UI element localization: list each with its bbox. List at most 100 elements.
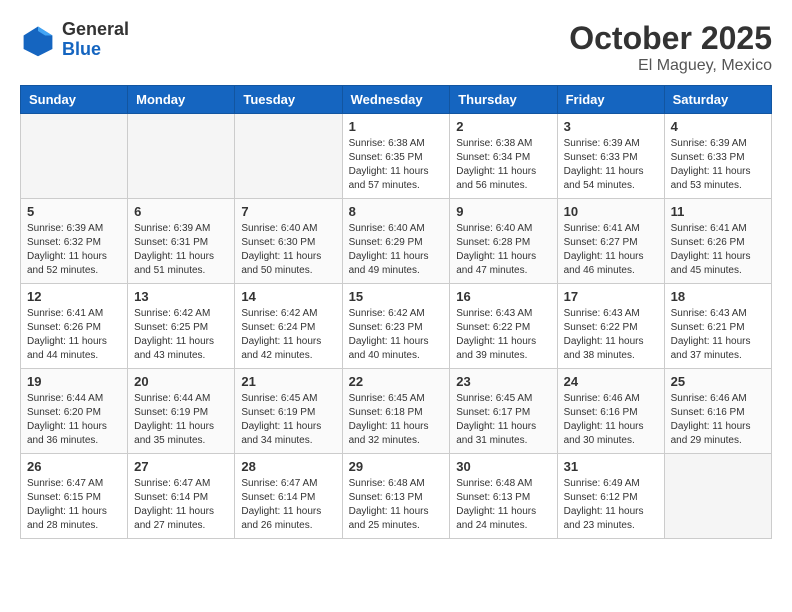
weekday-header: Wednesday — [342, 86, 450, 114]
day-number: 23 — [456, 374, 550, 389]
calendar-cell: 28 Sunrise: 6:47 AM Sunset: 6:14 PM Dayli… — [235, 454, 342, 539]
day-info: Sunrise: 6:45 AM Sunset: 6:19 PM Dayligh… — [241, 392, 335, 448]
day-info: Sunrise: 6:47 AM Sunset: 6:14 PM Dayligh… — [134, 477, 228, 533]
calendar-cell: 8 Sunrise: 6:40 AM Sunset: 6:29 PM Daylig… — [342, 199, 450, 284]
day-number: 29 — [349, 459, 444, 474]
calendar: SundayMondayTuesdayWednesdayThursdayFrid… — [20, 85, 772, 539]
calendar-cell: 30 Sunrise: 6:48 AM Sunset: 6:13 PM Dayli… — [450, 454, 557, 539]
weekday-header: Saturday — [664, 86, 771, 114]
day-info: Sunrise: 6:46 AM Sunset: 6:16 PM Dayligh… — [564, 392, 658, 448]
day-info: Sunrise: 6:45 AM Sunset: 6:18 PM Dayligh… — [349, 392, 444, 448]
calendar-cell — [235, 114, 342, 199]
calendar-cell: 19Sunrise: 6:44 AM Sunset: 6:20 PM Dayli… — [21, 369, 128, 454]
calendar-week-row: 12 Sunrise: 6:41 AM Sunset: 6:26 PM Dayli… — [21, 284, 772, 369]
calendar-cell — [664, 454, 771, 539]
day-number: 22 — [349, 374, 444, 389]
day-number: 8 — [349, 204, 444, 219]
day-info: Sunrise: 6:43 AM Sunset: 6:21 PM Dayligh… — [671, 307, 765, 363]
calendar-cell: 13Sunrise: 6:42 AM Sunset: 6:25 PM Dayli… — [128, 284, 235, 369]
calendar-cell: 18 Sunrise: 6:43 AM Sunset: 6:21 PM Dayli… — [664, 284, 771, 369]
calendar-cell: 9 Sunrise: 6:40 AM Sunset: 6:28 PM Daylig… — [450, 199, 557, 284]
day-info: Sunrise: 6:42 AM Sunset: 6:25 PM Dayligh… — [134, 307, 228, 363]
day-info: Sunrise: 6:40 AM Sunset: 6:28 PM Dayligh… — [456, 222, 550, 278]
page-header: General Blue October 2025 El Maguey, Mex… — [20, 20, 772, 75]
day-number: 9 — [456, 204, 550, 219]
calendar-cell: 2Sunrise: 6:38 AM Sunset: 6:34 PM Daylig… — [450, 114, 557, 199]
calendar-cell: 6 Sunrise: 6:39 AM Sunset: 6:31 PM Daylig… — [128, 199, 235, 284]
day-number: 4 — [671, 119, 765, 134]
location: El Maguey, Mexico — [569, 57, 772, 75]
day-number: 5 — [27, 204, 121, 219]
calendar-cell: 22 Sunrise: 6:45 AM Sunset: 6:18 PM Dayli… — [342, 369, 450, 454]
calendar-cell: 12 Sunrise: 6:41 AM Sunset: 6:26 PM Dayli… — [21, 284, 128, 369]
day-number: 10 — [564, 204, 658, 219]
day-info: Sunrise: 6:42 AM Sunset: 6:24 PM Dayligh… — [241, 307, 335, 363]
calendar-cell: 1 Sunrise: 6:38 AM Sunset: 6:35 PM Daylig… — [342, 114, 450, 199]
calendar-week-row: 26 Sunrise: 6:47 AM Sunset: 6:15 PM Dayli… — [21, 454, 772, 539]
calendar-cell: 3 Sunrise: 6:39 AM Sunset: 6:33 PM Daylig… — [557, 114, 664, 199]
calendar-cell: 16 Sunrise: 6:43 AM Sunset: 6:22 PM Dayli… — [450, 284, 557, 369]
day-number: 19 — [27, 374, 121, 389]
day-number: 2 — [456, 119, 550, 134]
title-block: October 2025 El Maguey, Mexico — [569, 20, 772, 75]
calendar-cell: 5Sunrise: 6:39 AM Sunset: 6:32 PM Daylig… — [21, 199, 128, 284]
day-number: 18 — [671, 289, 765, 304]
day-info: Sunrise: 6:45 AM Sunset: 6:17 PM Dayligh… — [456, 392, 550, 448]
day-info: Sunrise: 6:40 AM Sunset: 6:30 PM Dayligh… — [241, 222, 335, 278]
day-number: 6 — [134, 204, 228, 219]
calendar-cell: 29Sunrise: 6:48 AM Sunset: 6:13 PM Dayli… — [342, 454, 450, 539]
calendar-cell: 20 Sunrise: 6:44 AM Sunset: 6:19 PM Dayli… — [128, 369, 235, 454]
day-info: Sunrise: 6:41 AM Sunset: 6:26 PM Dayligh… — [671, 222, 765, 278]
day-info: Sunrise: 6:40 AM Sunset: 6:29 PM Dayligh… — [349, 222, 444, 278]
calendar-cell: 26 Sunrise: 6:47 AM Sunset: 6:15 PM Dayli… — [21, 454, 128, 539]
calendar-cell: 31Sunrise: 6:49 AM Sunset: 6:12 PM Dayli… — [557, 454, 664, 539]
day-info: Sunrise: 6:42 AM Sunset: 6:23 PM Dayligh… — [349, 307, 444, 363]
calendar-cell: 27Sunrise: 6:47 AM Sunset: 6:14 PM Dayli… — [128, 454, 235, 539]
day-number: 21 — [241, 374, 335, 389]
day-info: Sunrise: 6:39 AM Sunset: 6:33 PM Dayligh… — [671, 137, 765, 193]
day-info: Sunrise: 6:38 AM Sunset: 6:35 PM Dayligh… — [349, 137, 444, 193]
day-info: Sunrise: 6:43 AM Sunset: 6:22 PM Dayligh… — [456, 307, 550, 363]
day-number: 14 — [241, 289, 335, 304]
day-number: 7 — [241, 204, 335, 219]
day-number: 17 — [564, 289, 658, 304]
calendar-cell: 21 Sunrise: 6:45 AM Sunset: 6:19 PM Dayli… — [235, 369, 342, 454]
calendar-cell: 15 Sunrise: 6:42 AM Sunset: 6:23 PM Dayli… — [342, 284, 450, 369]
day-number: 12 — [27, 289, 121, 304]
day-info: Sunrise: 6:47 AM Sunset: 6:14 PM Dayligh… — [241, 477, 335, 533]
day-number: 1 — [349, 119, 444, 134]
calendar-cell — [21, 114, 128, 199]
day-number: 16 — [456, 289, 550, 304]
month-title: October 2025 — [569, 20, 772, 57]
calendar-cell: 14 Sunrise: 6:42 AM Sunset: 6:24 PM Dayli… — [235, 284, 342, 369]
calendar-week-row: 5Sunrise: 6:39 AM Sunset: 6:32 PM Daylig… — [21, 199, 772, 284]
day-number: 3 — [564, 119, 658, 134]
calendar-cell: 24 Sunrise: 6:46 AM Sunset: 6:16 PM Dayli… — [557, 369, 664, 454]
day-info: Sunrise: 6:39 AM Sunset: 6:33 PM Dayligh… — [564, 137, 658, 193]
day-number: 15 — [349, 289, 444, 304]
day-number: 26 — [27, 459, 121, 474]
calendar-week-row: 1 Sunrise: 6:38 AM Sunset: 6:35 PM Daylig… — [21, 114, 772, 199]
day-info: Sunrise: 6:39 AM Sunset: 6:31 PM Dayligh… — [134, 222, 228, 278]
calendar-cell: 17Sunrise: 6:43 AM Sunset: 6:22 PM Dayli… — [557, 284, 664, 369]
weekday-header: Friday — [557, 86, 664, 114]
calendar-cell: 4 Sunrise: 6:39 AM Sunset: 6:33 PM Daylig… — [664, 114, 771, 199]
calendar-cell: 23 Sunrise: 6:45 AM Sunset: 6:17 PM Dayli… — [450, 369, 557, 454]
day-info: Sunrise: 6:49 AM Sunset: 6:12 PM Dayligh… — [564, 477, 658, 533]
logo-icon — [20, 22, 56, 58]
day-number: 11 — [671, 204, 765, 219]
day-info: Sunrise: 6:47 AM Sunset: 6:15 PM Dayligh… — [27, 477, 121, 533]
day-number: 20 — [134, 374, 228, 389]
day-info: Sunrise: 6:44 AM Sunset: 6:19 PM Dayligh… — [134, 392, 228, 448]
logo: General Blue — [20, 20, 129, 60]
weekday-header: Sunday — [21, 86, 128, 114]
day-number: 28 — [241, 459, 335, 474]
day-number: 30 — [456, 459, 550, 474]
day-info: Sunrise: 6:41 AM Sunset: 6:27 PM Dayligh… — [564, 222, 658, 278]
calendar-cell: 7 Sunrise: 6:40 AM Sunset: 6:30 PM Daylig… — [235, 199, 342, 284]
day-info: Sunrise: 6:48 AM Sunset: 6:13 PM Dayligh… — [456, 477, 550, 533]
day-number: 24 — [564, 374, 658, 389]
calendar-cell — [128, 114, 235, 199]
weekday-header: Monday — [128, 86, 235, 114]
day-info: Sunrise: 6:41 AM Sunset: 6:26 PM Dayligh… — [27, 307, 121, 363]
